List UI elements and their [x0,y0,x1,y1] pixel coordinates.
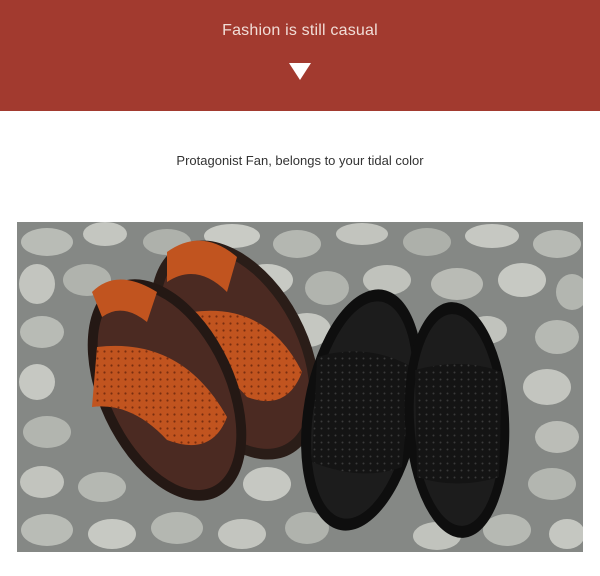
header-banner: Fashion is still casual [0,0,600,111]
tagline: Protagonist Fan, belongs to your tidal c… [176,153,424,168]
banner-title: Fashion is still casual [222,22,378,39]
product-photo [17,222,583,552]
down-triangle-icon [289,63,311,80]
